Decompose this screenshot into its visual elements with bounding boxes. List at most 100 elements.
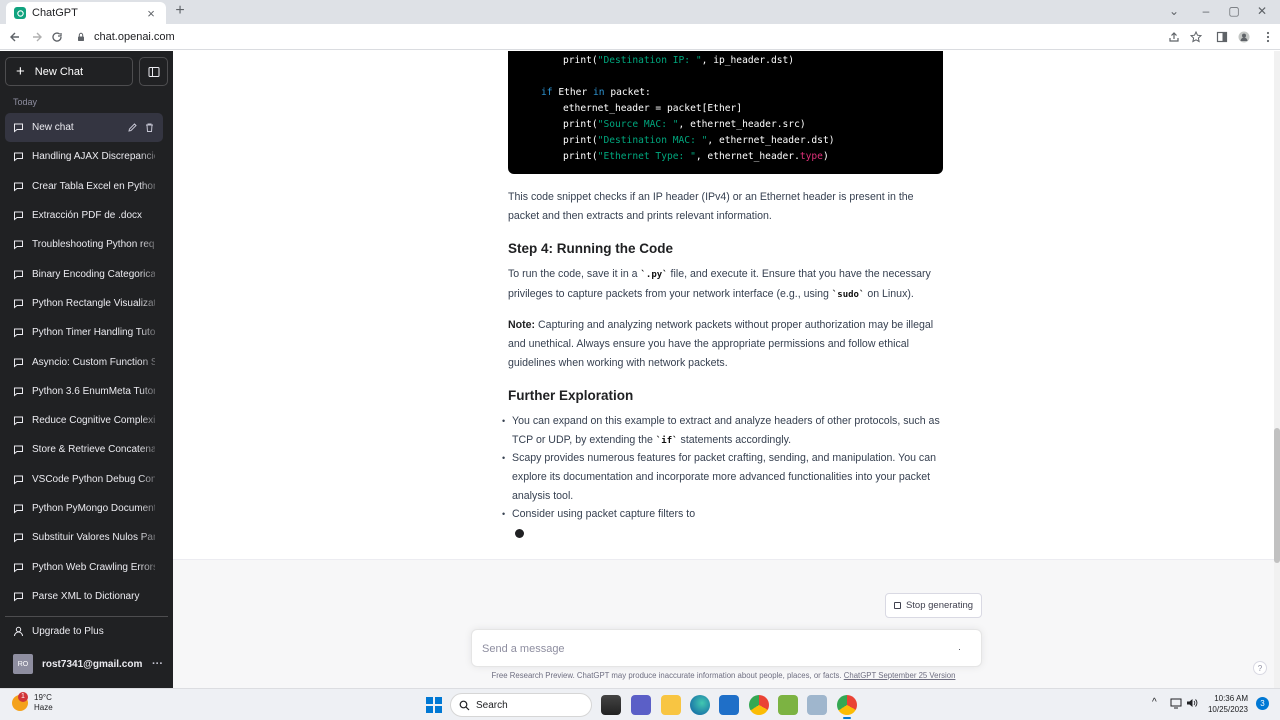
streaming-cursor: [515, 529, 524, 538]
lock-icon: [78, 32, 84, 41]
sidebar-item-chat[interactable]: Python Timer Handling Tutorial: [5, 318, 163, 348]
close-window-button[interactable]: ✕: [1252, 2, 1272, 20]
back-button[interactable]: [6, 28, 24, 46]
sidebar-item-chat[interactable]: Extracción PDF de .docx: [5, 200, 163, 231]
browser-tab[interactable]: ChatGPT ×: [6, 2, 166, 24]
sidebar-item-new-chat[interactable]: New chat: [5, 113, 163, 143]
notepad-plus-icon[interactable]: [778, 695, 798, 715]
tray-chevron-icon[interactable]: ^: [1152, 697, 1157, 708]
weather-condition: Haze: [34, 703, 53, 712]
inline-code: `.py`: [640, 270, 668, 280]
clock-date: 10/25/2023: [1207, 705, 1248, 714]
tab-close-icon[interactable]: ×: [144, 6, 158, 21]
plus-icon: +: [16, 63, 25, 80]
tab-search-chevron-icon[interactable]: ⌄: [1164, 2, 1184, 20]
chat-bubble-icon: [14, 416, 23, 426]
code-line: print("Destination IP: ", ip_header.dst): [563, 55, 795, 66]
restore-button[interactable]: ▢: [1224, 2, 1244, 20]
account-menu-button[interactable]: RO rost7341@gmail.com ···: [13, 654, 163, 674]
reload-button[interactable]: [48, 28, 66, 46]
sidebar-item-chat[interactable]: Substituir Valores Nulos Pandas: [5, 523, 163, 553]
sidebar-item-chat[interactable]: Handling AJAX Discrepancies: [5, 142, 163, 172]
taskbar-search[interactable]: Search: [450, 693, 592, 717]
weather-widget[interactable]: 1 19°C Haze: [12, 692, 53, 713]
chat-bubble-icon: [14, 328, 23, 338]
help-icon[interactable]: ?: [1253, 661, 1267, 675]
code-line: ethernet_header = packet[Ether]: [563, 103, 743, 114]
upgrade-to-plus-button[interactable]: Upgrade to Plus: [13, 623, 104, 639]
code-block: print("Destination IP: ", ip_header.dst)…: [508, 51, 943, 174]
forward-button[interactable]: [28, 28, 46, 46]
microsoft-store-icon[interactable]: [719, 695, 739, 715]
sidebar-divider: [5, 616, 168, 617]
chrome-icon[interactable]: [749, 695, 769, 715]
sidebar-item-chat[interactable]: Troubleshooting Python requests: [5, 230, 163, 260]
bookmark-star-icon[interactable]: [1188, 29, 1204, 45]
new-tab-button[interactable]: +: [172, 3, 188, 19]
remote-desktop-icon[interactable]: [807, 695, 827, 715]
browser-menu-icon[interactable]: [1260, 29, 1276, 45]
profile-icon[interactable]: [1236, 29, 1252, 45]
sidebar-item-label: Crear Tabla Excel en Python: [32, 180, 155, 192]
chat-bubble-icon: [14, 123, 23, 133]
chat-bubble-icon: [14, 563, 23, 573]
sidebar-item-chat[interactable]: Python Rectangle Visualization: [5, 288, 163, 319]
weather-sun-icon: 1: [12, 692, 28, 711]
sidebar-item-chat[interactable]: Reduce Cognitive Complexity: [5, 405, 163, 436]
start-button[interactable]: [426, 697, 442, 713]
clock-time: 10:36 AM: [1214, 694, 1248, 703]
taskbar-clock[interactable]: 10:36 AM 10/25/2023: [1196, 693, 1248, 715]
sidebar-item-chat[interactable]: Python Web Crawling Errors: [5, 552, 163, 582]
weather-badge: 1: [18, 692, 28, 702]
chat-history-list: New chat Handling AJAX Discrepancies Cre…: [5, 113, 163, 612]
notification-badge[interactable]: 3: [1256, 697, 1269, 710]
sidebar-item-chat[interactable]: VSCode Python Debug Config: [5, 464, 163, 494]
list-item: You can expand on this example to extrac…: [502, 412, 942, 451]
share-icon[interactable]: [1166, 29, 1182, 45]
search-icon: [459, 700, 470, 710]
sidebar-item-chat[interactable]: Crear Tabla Excel en Python: [5, 171, 163, 201]
edge-browser-icon[interactable]: [690, 695, 710, 715]
chat-bubble-icon: [14, 533, 23, 543]
file-explorer-icon[interactable]: [661, 695, 681, 715]
sidebar-item-chat[interactable]: Asyncio: Custom Function Sub: [5, 347, 163, 377]
minimize-button[interactable]: –: [1196, 2, 1216, 20]
chrome-active-icon[interactable]: [837, 695, 857, 719]
sidebar-item-chat[interactable]: Parse XML to Dictionary: [5, 581, 163, 612]
chat-bubble-icon: [14, 211, 23, 221]
version-link[interactable]: ChatGPT September 25 Version: [844, 671, 956, 680]
tab-title: ChatGPT: [32, 7, 78, 19]
response-paragraph: This code snippet checks if an IP header…: [508, 191, 914, 222]
teams-chat-icon[interactable]: [631, 695, 651, 715]
sidebar-item-chat[interactable]: Python PyMongo Document: [5, 493, 163, 524]
toggle-sidebar-button[interactable]: [139, 57, 168, 86]
url-field[interactable]: chat.openai.com: [76, 28, 175, 46]
task-view-icon[interactable]: [601, 695, 621, 715]
scrollbar-thumb[interactable]: [1274, 428, 1280, 563]
sidebar-item-label: Asyncio: Custom Function Sub: [32, 356, 155, 368]
chat-bubble-icon: [14, 299, 23, 309]
sidebar-item-label: Python Timer Handling Tutorial: [32, 327, 155, 339]
code-line: print("Destination MAC: ", ethernet_head…: [563, 135, 835, 146]
weather-temp: 19°C: [34, 693, 52, 702]
code-line: if Ether in packet:: [541, 87, 651, 98]
sidebar-item-chat[interactable]: Python 3.6 EnumMeta Tutorial: [5, 376, 163, 406]
sidebar-item-label: Substituir Valores Nulos Pandas: [32, 532, 155, 544]
sidebar-item-chat[interactable]: Binary Encoding Categorical: [5, 259, 163, 289]
new-chat-button[interactable]: + New Chat: [5, 57, 133, 86]
scrollbar-track[interactable]: [1274, 51, 1280, 688]
more-options-icon[interactable]: ···: [152, 658, 163, 670]
message-input[interactable]: [482, 640, 922, 658]
edit-pencil-icon[interactable]: [127, 122, 138, 133]
further-exploration-heading: Further Exploration: [508, 388, 634, 403]
stop-generating-button[interactable]: Stop generating: [885, 593, 982, 618]
sidebar-item-label: Troubleshooting Python requests: [32, 239, 155, 251]
delete-trash-icon[interactable]: [144, 122, 155, 133]
chat-bubble-icon: [14, 240, 23, 250]
side-panel-icon[interactable]: [1214, 29, 1230, 45]
typing-indicator-icon: ·: [958, 644, 961, 654]
sidebar-item-chat[interactable]: Store & Retrieve Concatenated: [5, 435, 163, 465]
chat-bubble-icon: [14, 445, 23, 455]
network-icon[interactable]: [1170, 697, 1182, 712]
conversation-area: print("Destination IP: ", ip_header.dst)…: [173, 51, 1274, 688]
